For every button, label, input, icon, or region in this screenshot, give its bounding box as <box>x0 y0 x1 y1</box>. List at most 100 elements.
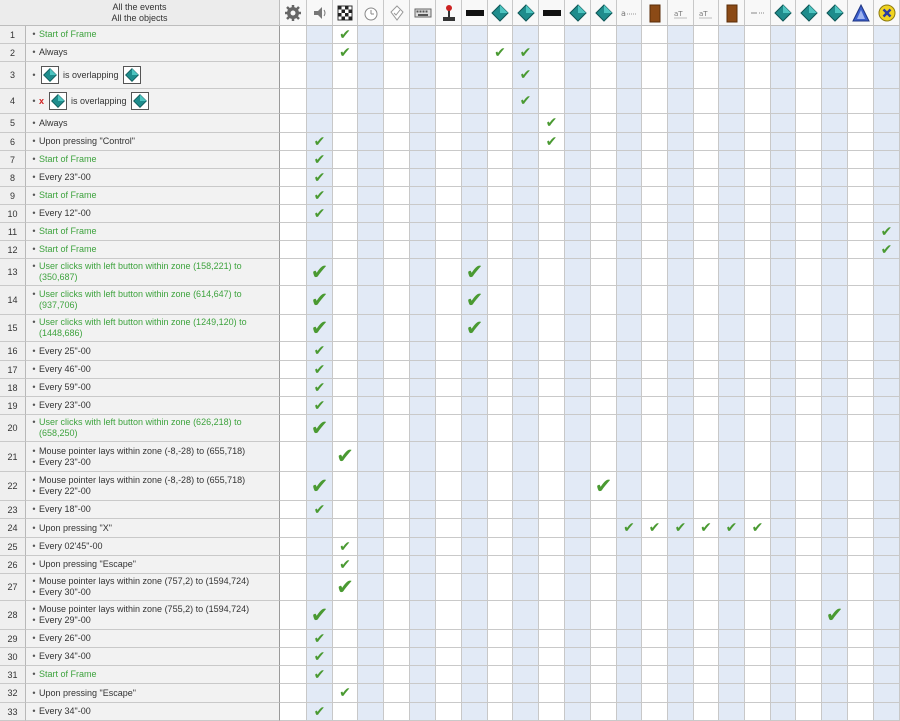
action-cell[interactable] <box>668 666 694 684</box>
action-cell[interactable] <box>642 501 668 519</box>
action-cell[interactable] <box>848 223 874 241</box>
action-cell[interactable] <box>771 397 796 415</box>
action-cell[interactable] <box>694 666 719 684</box>
action-cell[interactable] <box>796 169 822 187</box>
action-cell[interactable] <box>771 342 796 361</box>
condition[interactable]: • Every 46"-00 <box>29 364 279 375</box>
action-cell[interactable] <box>719 223 745 241</box>
event-number[interactable]: 28 <box>0 601 26 630</box>
event-number[interactable]: 14 <box>0 286 26 315</box>
action-cell[interactable] <box>462 703 488 721</box>
action-cell[interactable] <box>591 114 617 133</box>
event-conditions[interactable]: • Every 25"-00 <box>26 342 280 361</box>
action-cell[interactable]: ✔ <box>333 442 358 472</box>
action-cell[interactable] <box>745 26 771 44</box>
action-cell[interactable] <box>462 44 488 62</box>
event-number[interactable]: 11 <box>0 223 26 241</box>
action-cell[interactable] <box>591 397 617 415</box>
action-cell[interactable] <box>488 415 513 442</box>
condition[interactable]: (658,250) <box>29 428 279 439</box>
action-cell[interactable]: ✔ <box>307 379 333 397</box>
action-cell[interactable] <box>642 472 668 501</box>
action-cell[interactable] <box>591 169 617 187</box>
action-cell[interactable] <box>719 538 745 556</box>
action-cell[interactable] <box>745 472 771 501</box>
action-cell[interactable] <box>280 44 307 62</box>
event-conditions[interactable]: • Every 18"-00 <box>26 501 280 519</box>
action-cell[interactable] <box>745 44 771 62</box>
event-row[interactable]: 31 • Start of Frame ✔ <box>0 666 900 684</box>
action-cell[interactable] <box>280 601 307 630</box>
action-cell[interactable] <box>488 703 513 721</box>
action-cell[interactable] <box>280 133 307 151</box>
condition[interactable]: • Every 18"-00 <box>29 504 279 515</box>
action-cell[interactable] <box>796 501 822 519</box>
action-cell[interactable] <box>642 379 668 397</box>
action-cell[interactable] <box>384 574 410 601</box>
action-cell[interactable] <box>333 630 358 648</box>
action-cell[interactable]: ✔ <box>539 133 565 151</box>
event-row[interactable]: 7 • Start of Frame ✔ <box>0 151 900 169</box>
action-cell[interactable] <box>384 114 410 133</box>
action-cell[interactable] <box>565 574 591 601</box>
action-cell[interactable] <box>694 315 719 342</box>
action-cell[interactable] <box>874 501 900 519</box>
action-cell[interactable] <box>307 62 333 89</box>
condition[interactable]: • Upon pressing "Escape" <box>29 688 279 699</box>
action-cell[interactable]: ✔ <box>333 44 358 62</box>
action-cell[interactable] <box>668 169 694 187</box>
condition[interactable]: • Start of Frame <box>29 244 279 255</box>
column-header-15[interactable] <box>642 0 668 26</box>
action-cell[interactable] <box>436 223 462 241</box>
action-cell[interactable] <box>848 259 874 286</box>
column-header-9[interactable] <box>488 0 513 26</box>
action-cell[interactable] <box>410 26 436 44</box>
event-number[interactable]: 31 <box>0 666 26 684</box>
action-cell[interactable] <box>668 44 694 62</box>
action-cell[interactable] <box>745 286 771 315</box>
action-cell[interactable] <box>591 342 617 361</box>
action-cell[interactable] <box>539 361 565 379</box>
action-cell[interactable] <box>642 169 668 187</box>
action-cell[interactable] <box>694 630 719 648</box>
action-cell[interactable] <box>617 397 642 415</box>
action-cell[interactable] <box>796 62 822 89</box>
action-cell[interactable] <box>822 223 848 241</box>
action-cell[interactable] <box>539 286 565 315</box>
action-cell[interactable] <box>874 342 900 361</box>
action-cell[interactable] <box>358 169 384 187</box>
condition[interactable]: • Every 34"-00 <box>29 706 279 717</box>
event-conditions[interactable]: • is overlapping <box>26 62 280 89</box>
action-cell[interactable] <box>410 205 436 223</box>
action-cell[interactable] <box>565 648 591 666</box>
action-cell[interactable]: ✔ <box>874 241 900 259</box>
action-cell[interactable] <box>848 630 874 648</box>
action-cell[interactable] <box>539 89 565 114</box>
action-cell[interactable] <box>565 259 591 286</box>
action-cell[interactable] <box>642 62 668 89</box>
action-cell[interactable] <box>384 241 410 259</box>
action-cell[interactable] <box>333 151 358 169</box>
action-cell[interactable] <box>822 501 848 519</box>
action-cell[interactable] <box>771 601 796 630</box>
action-cell[interactable] <box>745 538 771 556</box>
action-cell[interactable] <box>280 630 307 648</box>
action-cell[interactable] <box>462 361 488 379</box>
action-cell[interactable] <box>771 415 796 442</box>
action-cell[interactable] <box>719 361 745 379</box>
action-cell[interactable] <box>384 630 410 648</box>
event-row[interactable]: 3 • is overlapping ✔ <box>0 62 900 89</box>
action-cell[interactable] <box>488 169 513 187</box>
action-cell[interactable] <box>462 223 488 241</box>
event-conditions[interactable]: • Start of Frame <box>26 187 280 205</box>
action-cell[interactable] <box>874 684 900 703</box>
action-cell[interactable] <box>617 703 642 721</box>
action-cell[interactable] <box>565 703 591 721</box>
action-cell[interactable] <box>796 703 822 721</box>
action-cell[interactable] <box>668 684 694 703</box>
action-cell[interactable] <box>591 379 617 397</box>
action-cell[interactable] <box>822 519 848 538</box>
action-cell[interactable] <box>848 703 874 721</box>
action-cell[interactable] <box>280 62 307 89</box>
action-cell[interactable] <box>436 519 462 538</box>
